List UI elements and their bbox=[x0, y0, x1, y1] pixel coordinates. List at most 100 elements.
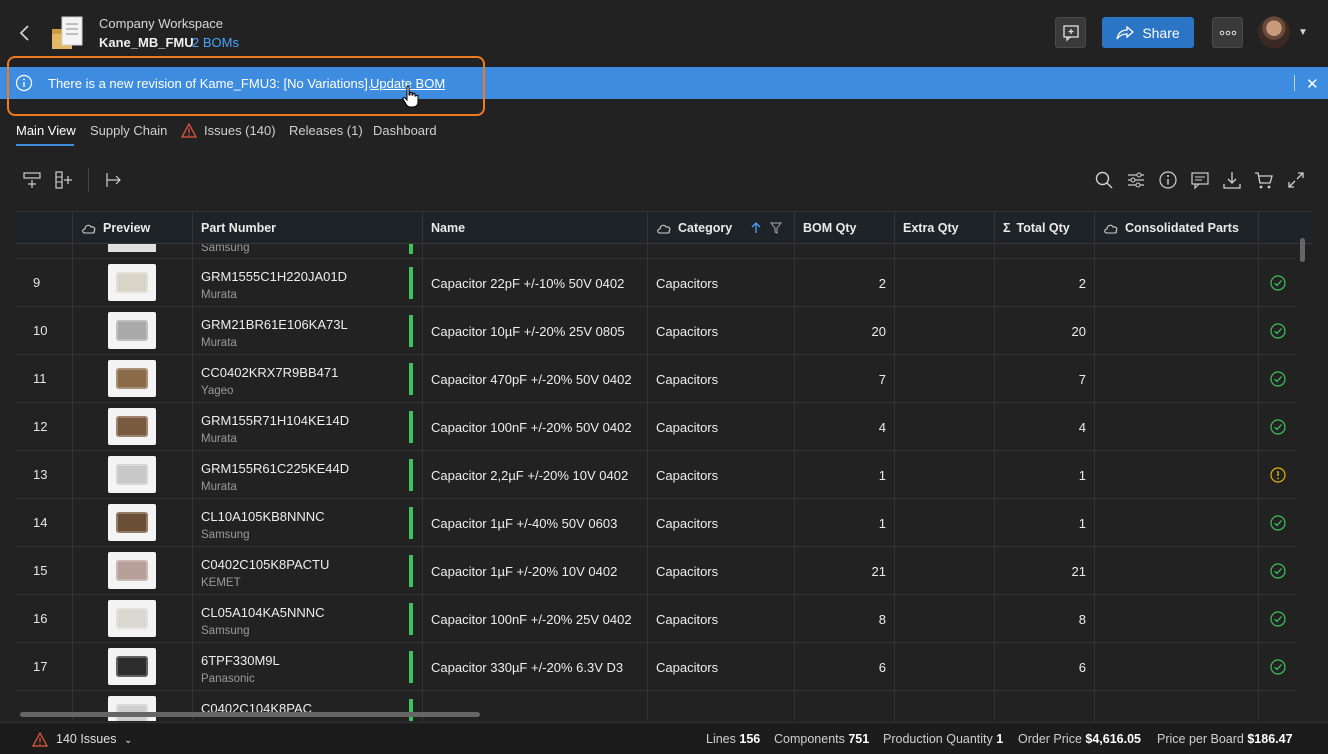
table-row[interactable]: 11 CC0402KRX7R9BB471 Yageo Capacitor 470pF … bbox=[16, 355, 1296, 403]
add-row-icon[interactable] bbox=[22, 170, 42, 190]
bom-qty-cell[interactable]: 8 bbox=[795, 595, 895, 643]
status-footer: 140 Issues ⌄ Lines 156 Components 751 Pr… bbox=[0, 722, 1328, 754]
part-number[interactable]: GRM155R71H104KE14D bbox=[201, 413, 349, 428]
header-name[interactable]: Name bbox=[423, 212, 648, 244]
extra-qty-cell[interactable] bbox=[895, 355, 995, 403]
tab-dashboard[interactable]: Dashboard bbox=[373, 123, 437, 138]
component-thumbnail[interactable] bbox=[108, 600, 156, 637]
table-row-partial[interactable]: Samsung bbox=[16, 244, 1296, 259]
horizontal-scrollbar[interactable] bbox=[20, 712, 480, 717]
table-row[interactable]: 15 C0402C105K8PACTU KEMET Capacitor 1µF +/-… bbox=[16, 547, 1296, 595]
download-icon[interactable] bbox=[1222, 170, 1242, 190]
extra-qty-cell[interactable] bbox=[895, 691, 995, 721]
tab-issues[interactable]: Issues (140) bbox=[204, 123, 276, 138]
comment-add-icon bbox=[1062, 24, 1079, 42]
bom-qty-cell[interactable]: 1 bbox=[795, 451, 895, 499]
header-bom-qty[interactable]: BOM Qty bbox=[795, 212, 895, 244]
component-thumbnail[interactable] bbox=[108, 312, 156, 349]
header-consolidated-parts[interactable]: Consolidated Parts bbox=[1095, 212, 1259, 244]
table-row[interactable]: 13 GRM155R61C225KE44D Murata Capacitor 2,2µ… bbox=[16, 451, 1296, 499]
total-qty: 8 bbox=[1078, 612, 1086, 627]
header-total-qty[interactable]: Σ Total Qty bbox=[995, 212, 1095, 244]
part-number[interactable]: CL05A104KA5NNNC bbox=[201, 605, 325, 620]
part-number[interactable]: 6TPF330M9L bbox=[201, 653, 280, 668]
tab-main-view[interactable]: Main View bbox=[16, 123, 76, 138]
table-row[interactable]: 16 CL05A104KA5NNNC Samsung Capacitor 100nF … bbox=[16, 595, 1296, 643]
bom-qty-cell[interactable]: 20 bbox=[795, 307, 895, 355]
component-thumbnail[interactable] bbox=[108, 696, 156, 721]
share-button[interactable]: Share bbox=[1102, 17, 1194, 48]
vertical-scrollbar[interactable] bbox=[1300, 238, 1305, 262]
bom-qty: 21 bbox=[871, 564, 886, 579]
extra-qty-cell[interactable] bbox=[895, 643, 995, 691]
bom-qty-cell[interactable]: 2 bbox=[795, 259, 895, 307]
chevron-down-icon[interactable]: ▼ bbox=[1298, 27, 1308, 38]
part-number[interactable]: GRM155R61C225KE44D bbox=[201, 461, 349, 476]
part-number[interactable]: C0402C105K8PACTU bbox=[201, 557, 329, 572]
extra-qty-cell[interactable] bbox=[895, 259, 995, 307]
price-per-board-stat: Price per Board $186.47 bbox=[1157, 732, 1293, 746]
component-thumbnail[interactable] bbox=[108, 552, 156, 589]
close-icon[interactable]: ✕ bbox=[1306, 75, 1319, 93]
bom-table: Preview Part Number Name Category BOM Qt… bbox=[16, 211, 1312, 721]
bom-qty-cell[interactable]: 1 bbox=[795, 499, 895, 547]
part-number[interactable]: CL10A105KB8NNNC bbox=[201, 509, 325, 524]
cart-icon[interactable] bbox=[1254, 170, 1274, 190]
extra-qty-cell[interactable] bbox=[895, 451, 995, 499]
row-number-cell: 15 bbox=[16, 547, 73, 595]
table-row[interactable]: 9 GRM1555C1H220JA01D Murata Capacitor 22pF … bbox=[16, 259, 1296, 307]
table-row[interactable]: 17 6TPF330M9L Panasonic Capacitor 330µF +/-… bbox=[16, 643, 1296, 691]
part-number[interactable]: GRM21BR61E106KA73L bbox=[201, 317, 348, 332]
expand-icon[interactable] bbox=[1286, 170, 1306, 190]
filter-icon[interactable] bbox=[770, 222, 782, 234]
bom-qty: 7 bbox=[878, 372, 886, 387]
extra-qty-cell[interactable] bbox=[895, 499, 995, 547]
table-row[interactable]: 14 CL10A105KB8NNNC Samsung Capacitor 1µF +/… bbox=[16, 499, 1296, 547]
more-button[interactable] bbox=[1212, 17, 1243, 48]
component-thumbnail[interactable] bbox=[108, 648, 156, 685]
bom-qty-cell[interactable] bbox=[795, 691, 895, 721]
bom-qty-cell[interactable]: 21 bbox=[795, 547, 895, 595]
part-number[interactable]: CC0402KRX7R9BB471 bbox=[201, 365, 338, 380]
tab-supply-chain[interactable]: Supply Chain bbox=[90, 123, 167, 138]
hand-cursor-icon bbox=[402, 85, 419, 108]
part-number[interactable]: GRM1555C1H220JA01D bbox=[201, 269, 347, 284]
table-row[interactable]: 10 GRM21BR61E106KA73L Murata Capacitor 10µF… bbox=[16, 307, 1296, 355]
tab-releases[interactable]: Releases (1) bbox=[289, 123, 363, 138]
category: Capacitors bbox=[656, 420, 719, 435]
filter-settings-icon[interactable] bbox=[1126, 170, 1146, 190]
name-cell bbox=[423, 244, 648, 258]
user-avatar[interactable] bbox=[1258, 16, 1290, 48]
extra-qty-cell[interactable] bbox=[895, 595, 995, 643]
lifecycle-bar bbox=[409, 651, 413, 683]
sort-ascending-icon[interactable] bbox=[750, 222, 762, 234]
extra-qty-cell[interactable] bbox=[895, 547, 995, 595]
bom-qty-cell[interactable]: 7 bbox=[795, 355, 895, 403]
search-icon[interactable] bbox=[1094, 170, 1114, 190]
header-preview[interactable]: Preview bbox=[73, 212, 193, 244]
component-thumbnail[interactable] bbox=[108, 504, 156, 541]
branch-icon[interactable] bbox=[104, 170, 124, 190]
back-icon[interactable] bbox=[14, 22, 36, 44]
extra-qty-cell[interactable] bbox=[895, 403, 995, 451]
header-extra-qty[interactable]: Extra Qty bbox=[895, 212, 995, 244]
add-column-icon[interactable] bbox=[54, 170, 74, 190]
header-part-number[interactable]: Part Number bbox=[193, 212, 423, 244]
header-category[interactable]: Category bbox=[648, 212, 795, 244]
boms-link[interactable]: 2 BOMs bbox=[192, 35, 239, 50]
bom-qty-cell[interactable]: 6 bbox=[795, 643, 895, 691]
info-icon[interactable] bbox=[1158, 170, 1178, 190]
add-comment-button[interactable] bbox=[1055, 17, 1086, 48]
row-number: 9 bbox=[33, 275, 41, 290]
comments-icon[interactable] bbox=[1190, 170, 1210, 190]
table-row[interactable]: 12 GRM155R71H104KE14D Murata Capacitor 100n… bbox=[16, 403, 1296, 451]
issues-count-dropdown[interactable]: 140 Issues ⌄ bbox=[56, 732, 132, 746]
check-circle-icon bbox=[1270, 419, 1286, 435]
extra-qty-cell[interactable] bbox=[895, 307, 995, 355]
bom-qty-cell bbox=[795, 244, 895, 258]
component-thumbnail[interactable] bbox=[108, 264, 156, 301]
bom-qty-cell[interactable]: 4 bbox=[795, 403, 895, 451]
component-thumbnail[interactable] bbox=[108, 408, 156, 445]
component-thumbnail[interactable] bbox=[108, 456, 156, 493]
component-thumbnail[interactable] bbox=[108, 360, 156, 397]
